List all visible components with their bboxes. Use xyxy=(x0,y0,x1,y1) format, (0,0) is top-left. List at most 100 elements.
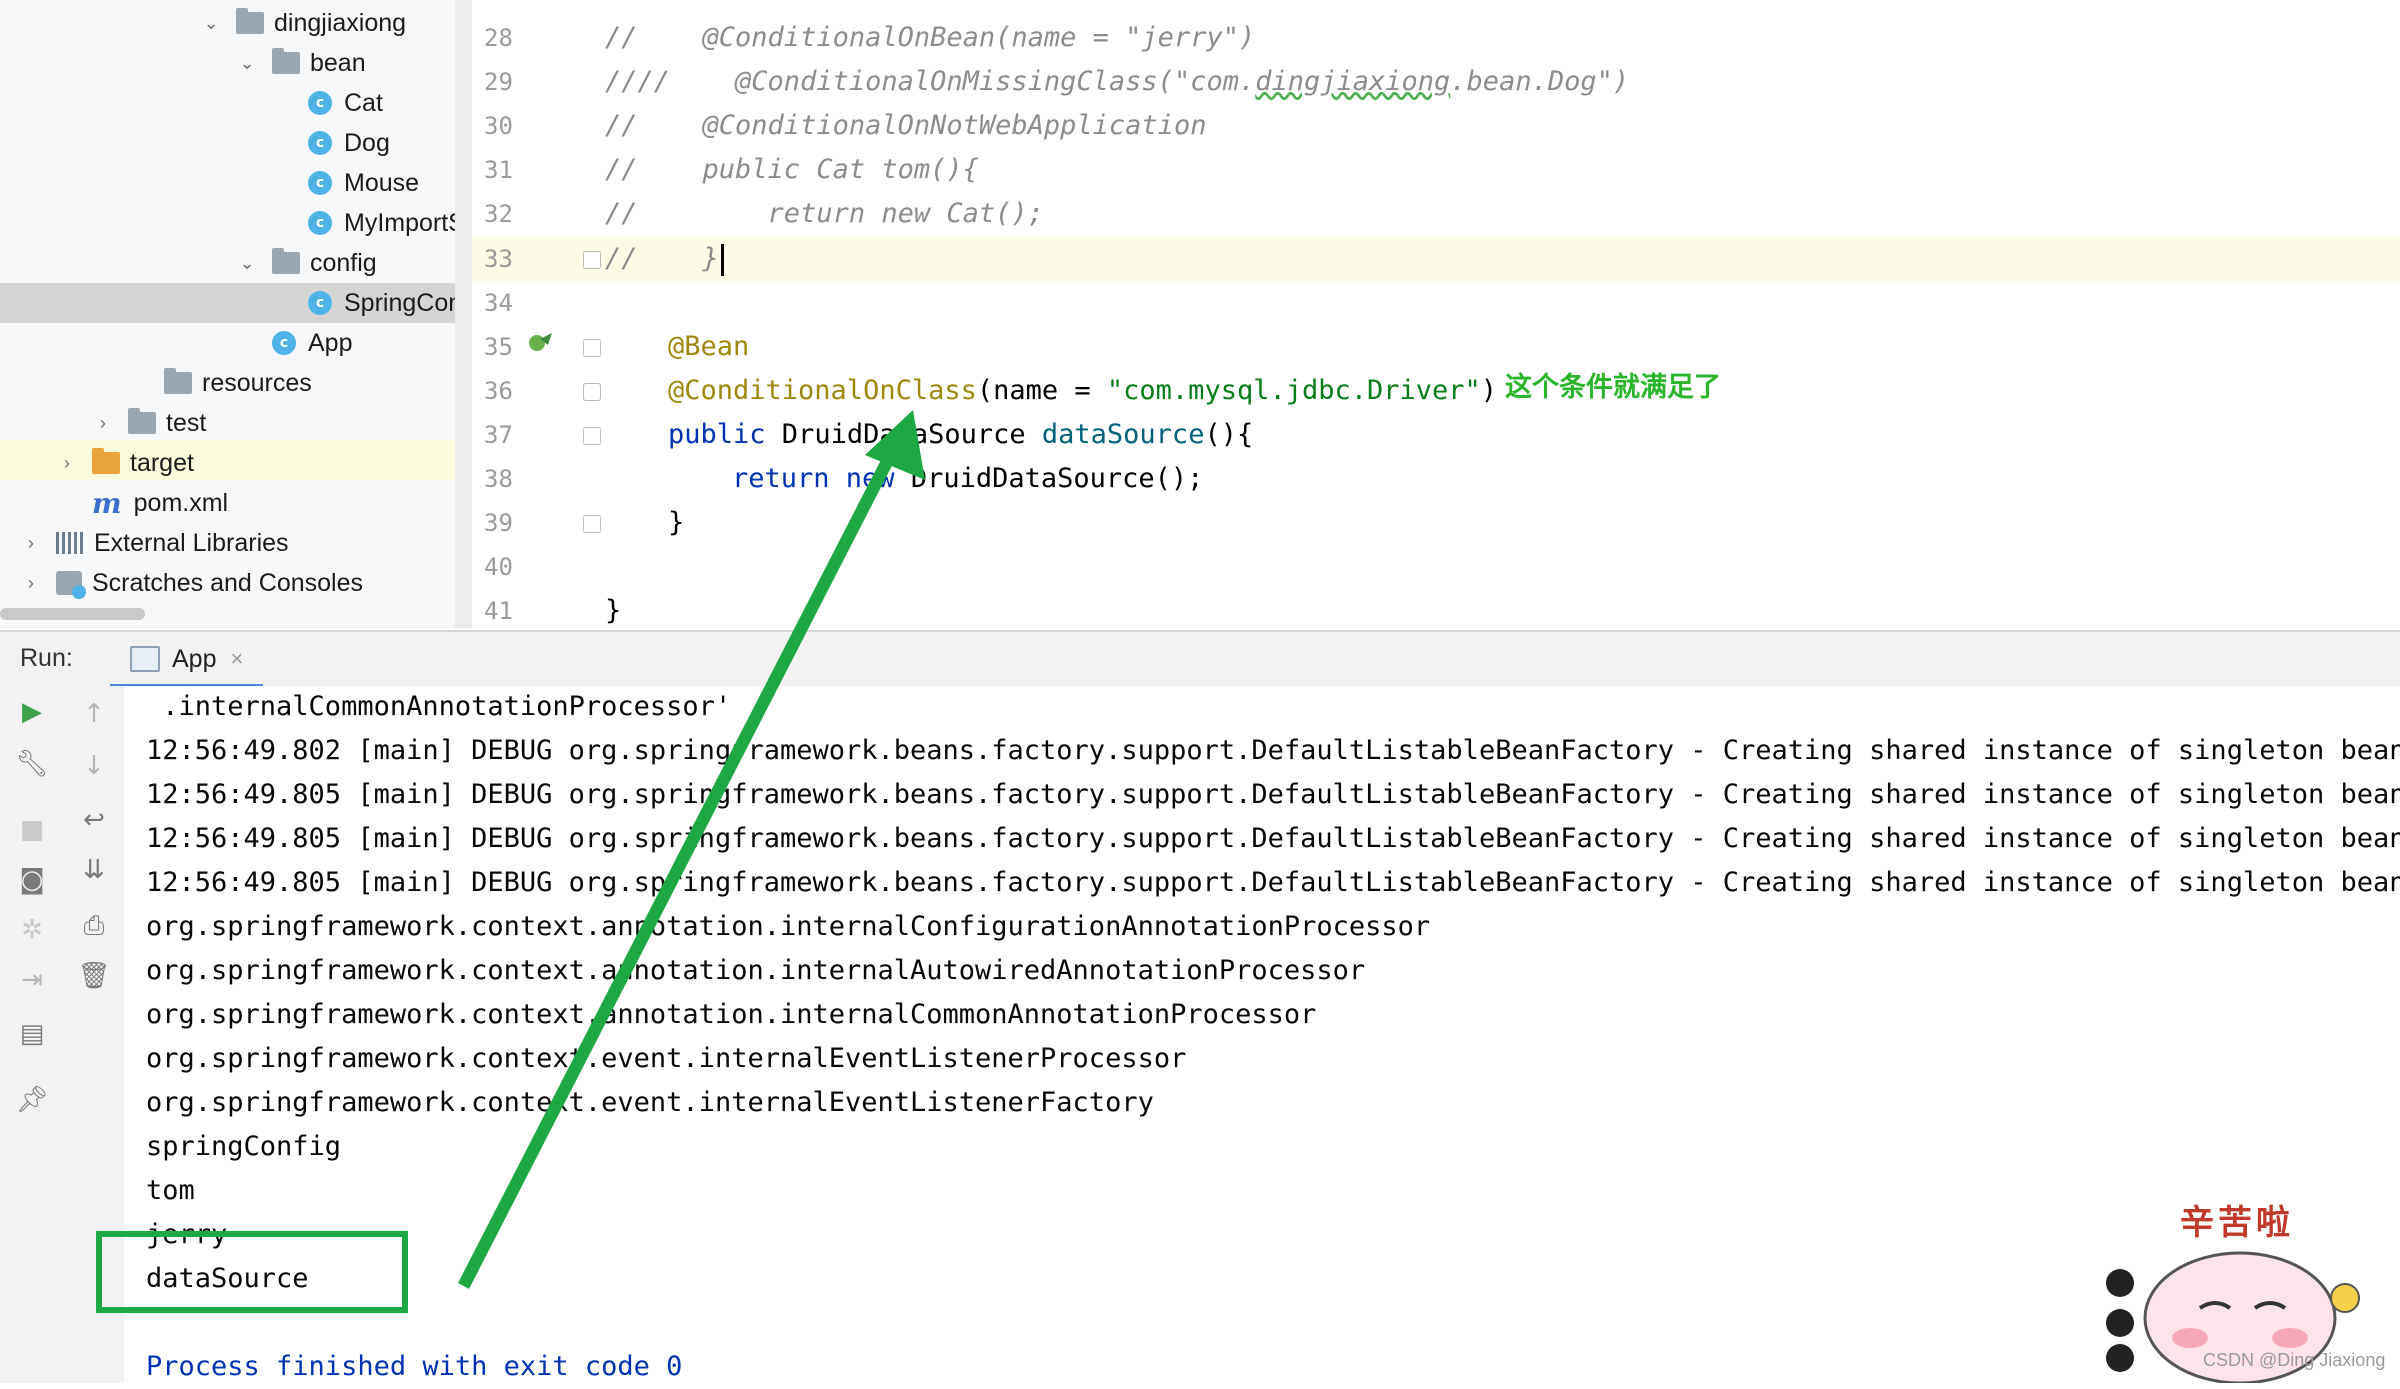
chevron-right-icon[interactable]: › xyxy=(92,412,114,434)
scroll-to-end-icon[interactable]: ⇊ xyxy=(76,852,112,888)
class-icon: c xyxy=(308,291,332,315)
tree-item-mouse[interactable]: c Mouse xyxy=(308,163,419,203)
tree-item-app[interactable]: c App xyxy=(272,323,352,363)
watermark: CSDN @Ding Jiaxiong xyxy=(2203,1350,2386,1370)
fold-marker-icon[interactable] xyxy=(583,515,601,533)
console-line: .internalCommonAnnotationProcessor' xyxy=(146,691,732,722)
trash-icon[interactable]: 🗑︎ xyxy=(76,958,112,994)
tree-item-config[interactable]: ⌄ config xyxy=(236,243,377,283)
class-icon: c xyxy=(308,131,332,155)
chevron-right-icon[interactable]: › xyxy=(20,572,42,594)
runnable-class-icon: c xyxy=(272,331,296,355)
camera-icon[interactable]: ◙ xyxy=(14,862,50,898)
class-icon: c xyxy=(308,171,332,195)
tree-item-label: MyImportS xyxy=(344,208,465,237)
pin-icon[interactable]: 📌︎ xyxy=(14,1082,50,1118)
print-icon[interactable]: ⎙ xyxy=(76,908,112,944)
tree-item-springconfig[interactable]: c SpringConf xyxy=(308,283,469,323)
console-line: org.springframework.context.annotation.i… xyxy=(146,911,1431,942)
line-number: 30 xyxy=(484,112,513,140)
rerun-icon[interactable]: ▶ xyxy=(14,694,50,730)
tree-panel-edge xyxy=(455,0,472,628)
tree-item-label: target xyxy=(130,448,194,477)
chevron-down-icon[interactable]: ⌄ xyxy=(236,52,258,74)
tree-item-dingjiaxiong[interactable]: ⌄ dingjiaxiong xyxy=(200,3,406,43)
tree-item-label: Dog xyxy=(344,128,390,157)
code-line-36: @ConditionalOnClass(name = "com.mysql.jd… xyxy=(668,375,1498,406)
line-number: 36 xyxy=(484,377,513,405)
code-line-32: // return new Cat(); xyxy=(605,198,1044,229)
tab-app[interactable]: App × xyxy=(110,634,264,687)
tree-item-test[interactable]: › test xyxy=(92,403,206,443)
tree-horizontal-scrollbar[interactable] xyxy=(0,608,145,620)
tree-item-dog[interactable]: c Dog xyxy=(308,123,390,163)
tree-item-label: External Libraries xyxy=(94,528,289,557)
console-line: 12:56:49.805 [main] DEBUG org.springfram… xyxy=(146,867,2400,898)
tree-item-label: Cat xyxy=(344,88,383,117)
line-number: 34 xyxy=(484,289,513,317)
code-line-35: @Bean xyxy=(668,331,750,362)
code-line-31: // public Cat tom(){ xyxy=(605,154,979,185)
arrow-up-icon[interactable]: ↑ xyxy=(76,696,112,732)
console-icon xyxy=(130,646,160,672)
console-line: 12:56:49.802 [main] DEBUG org.springfram… xyxy=(146,735,2400,766)
highlight-box xyxy=(96,1231,408,1313)
line-number: 32 xyxy=(484,200,513,228)
run-panel-header xyxy=(0,630,2400,688)
code-line-29: //// @ConditionalOnMissingClass("com.din… xyxy=(605,66,1630,97)
spring-bean-gutter-icon[interactable] xyxy=(526,329,556,355)
folder-icon xyxy=(128,408,156,434)
console-exit-line: Process finished with exit code 0 xyxy=(146,1351,683,1382)
tree-item-label: Scratches and Consoles xyxy=(92,568,363,597)
tree-item-myimportselector[interactable]: c MyImportS xyxy=(308,203,465,243)
console-line: 12:56:49.805 [main] DEBUG org.springfram… xyxy=(146,779,2400,810)
maven-icon: m xyxy=(92,486,122,520)
folder-excluded-icon xyxy=(92,448,120,474)
tree-item-target[interactable]: › target xyxy=(56,443,194,483)
tree-item-cat[interactable]: c Cat xyxy=(308,83,383,123)
tree-item-label: Mouse xyxy=(344,168,420,197)
chevron-right-icon[interactable]: › xyxy=(56,452,78,474)
tree-item-scratches[interactable]: › Scratches and Consoles xyxy=(20,563,363,603)
console-line: org.springframework.context.event.intern… xyxy=(146,1087,1154,1118)
fold-marker-icon[interactable] xyxy=(583,427,601,445)
chevron-down-icon[interactable]: ⌄ xyxy=(236,252,258,274)
fold-marker-icon[interactable] xyxy=(583,383,601,401)
class-icon: c xyxy=(308,211,332,235)
close-icon[interactable]: × xyxy=(230,646,243,672)
wrench-icon[interactable]: 🔧︎ xyxy=(14,746,50,782)
console-line: springConfig xyxy=(146,1131,342,1162)
chevron-right-icon[interactable]: › xyxy=(20,532,42,554)
arrow-down-icon[interactable]: ↓ xyxy=(76,748,112,784)
line-number: 31 xyxy=(484,156,513,184)
line-number: 38 xyxy=(484,465,513,493)
project-tree: ⌄ dingjiaxiong ⌄ bean c Cat c Dog c Mous… xyxy=(0,0,472,628)
run-panel-label: Run: xyxy=(20,644,73,672)
fold-marker-icon[interactable] xyxy=(583,251,601,269)
tree-item-label: pom.xml xyxy=(133,488,229,517)
exit-icon[interactable]: ⇥ xyxy=(14,962,50,998)
console-line: org.springframework.context.annotation.i… xyxy=(146,955,1366,986)
tree-item-pom[interactable]: m pom.xml xyxy=(92,483,228,523)
tree-item-label: test xyxy=(166,408,207,437)
chevron-down-icon[interactable]: ⌄ xyxy=(200,12,222,34)
tree-item-label: config xyxy=(310,248,377,277)
code-line-33: // } xyxy=(605,237,724,281)
tree-item-label: bean xyxy=(310,48,366,77)
fold-marker-icon[interactable] xyxy=(583,339,601,357)
soft-wrap-icon[interactable]: ↩ xyxy=(76,802,112,838)
line-number: 29 xyxy=(484,68,513,96)
tree-item-external-libraries[interactable]: › External Libraries xyxy=(20,523,289,563)
line-number: 33 xyxy=(484,245,513,273)
current-line-highlight xyxy=(472,237,2400,281)
console-line: 12:56:49.805 [main] DEBUG org.springfram… xyxy=(146,823,2400,854)
layout-icon[interactable]: ▤ xyxy=(14,1016,50,1052)
stop-icon[interactable]: ■ xyxy=(14,812,50,848)
tree-item-bean[interactable]: ⌄ bean xyxy=(236,43,366,83)
tree-item-resources[interactable]: resources xyxy=(164,363,312,403)
line-number: 39 xyxy=(484,509,513,537)
line-number: 28 xyxy=(484,24,513,52)
bug-icon[interactable]: ✲ xyxy=(14,912,50,948)
console-line: org.springframework.context.event.intern… xyxy=(146,1043,1187,1074)
text-caret xyxy=(720,243,724,276)
